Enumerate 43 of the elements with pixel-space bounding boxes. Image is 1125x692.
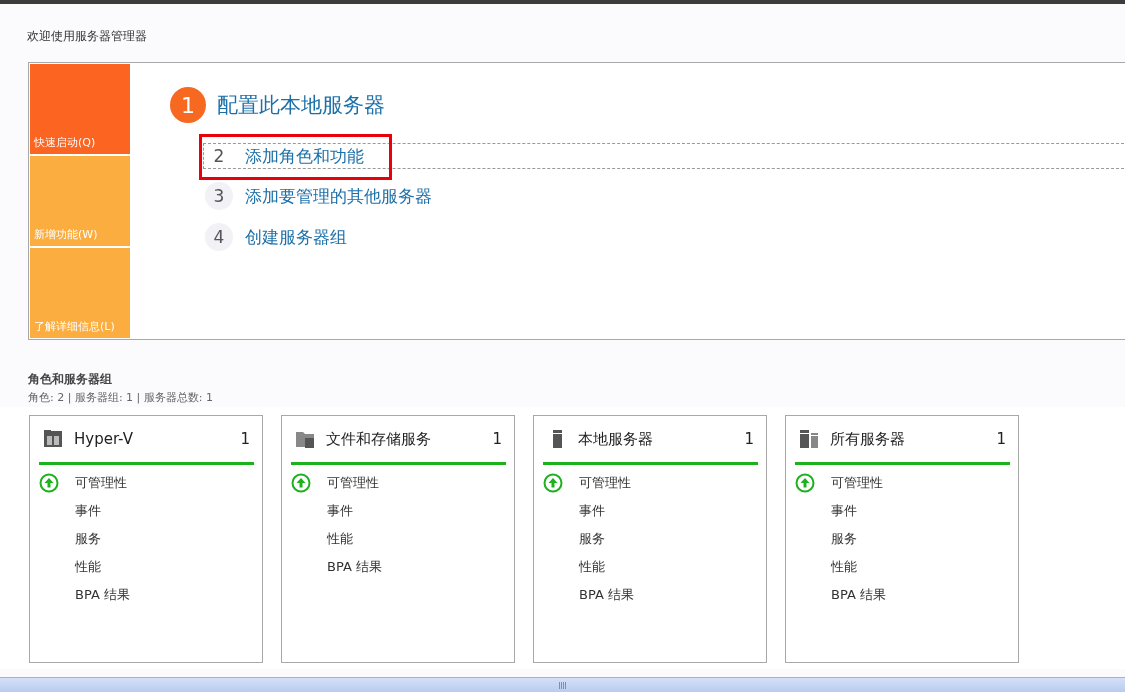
card-title[interactable]: 文件和存储服务: [326, 429, 493, 449]
step-number: 4: [205, 223, 233, 251]
card-item-link[interactable]: 性能: [831, 558, 857, 576]
card-item-link[interactable]: 事件: [327, 502, 353, 520]
server-count: 1: [240, 430, 250, 448]
card-title[interactable]: Hyper-V: [74, 430, 241, 448]
card-title[interactable]: 本地服务器: [578, 429, 745, 449]
step-link[interactable]: 添加角色和功能: [245, 144, 364, 168]
server-count: 1: [744, 430, 754, 448]
step-link[interactable]: 添加要管理的其他服务器: [245, 184, 432, 208]
card-title[interactable]: 所有服务器: [830, 429, 997, 449]
folder-icon: [295, 429, 315, 449]
card-item-link[interactable]: 可管理性: [579, 474, 631, 492]
card-item-link[interactable]: 事件: [579, 502, 605, 520]
step-link[interactable]: 创建服务器组: [245, 225, 347, 249]
card-item-link[interactable]: 服务: [75, 530, 101, 548]
card-item-link[interactable]: 服务: [831, 530, 857, 548]
step-number: 2: [212, 145, 226, 168]
card-item-link[interactable]: 可管理性: [75, 474, 127, 492]
step-number: 1: [170, 87, 206, 123]
card-item-link[interactable]: BPA 结果: [75, 586, 130, 604]
card-item-link[interactable]: 性能: [75, 558, 101, 576]
grip-icon: [558, 681, 567, 689]
card-item-link[interactable]: BPA 结果: [579, 586, 634, 604]
building-icon: [43, 429, 63, 449]
card-item-link[interactable]: 性能: [579, 558, 605, 576]
horizontal-scrollbar[interactable]: [0, 677, 1125, 692]
card-item-link[interactable]: 事件: [75, 502, 101, 520]
card-item-link[interactable]: 可管理性: [327, 474, 379, 492]
card-item-link[interactable]: 可管理性: [831, 474, 883, 492]
servers-icon: [799, 429, 819, 449]
card-item-link[interactable]: 服务: [579, 530, 605, 548]
card-item-link[interactable]: BPA 结果: [831, 586, 886, 604]
card-item-link[interactable]: BPA 结果: [327, 558, 382, 576]
step-number: 3: [205, 182, 233, 210]
section-title: 角色和服务器组: [28, 371, 113, 388]
server-count: 1: [492, 430, 502, 448]
page-title: 欢迎使用服务器管理器: [26, 28, 148, 45]
card-item-link[interactable]: 事件: [831, 502, 857, 520]
server-count: 1: [996, 430, 1006, 448]
section-summary: 角色: 2 | 服务器组: 1 | 服务器总数: 1: [28, 390, 214, 405]
card-item-link[interactable]: 性能: [327, 530, 353, 548]
step-link[interactable]: 配置此本地服务器: [217, 91, 385, 119]
